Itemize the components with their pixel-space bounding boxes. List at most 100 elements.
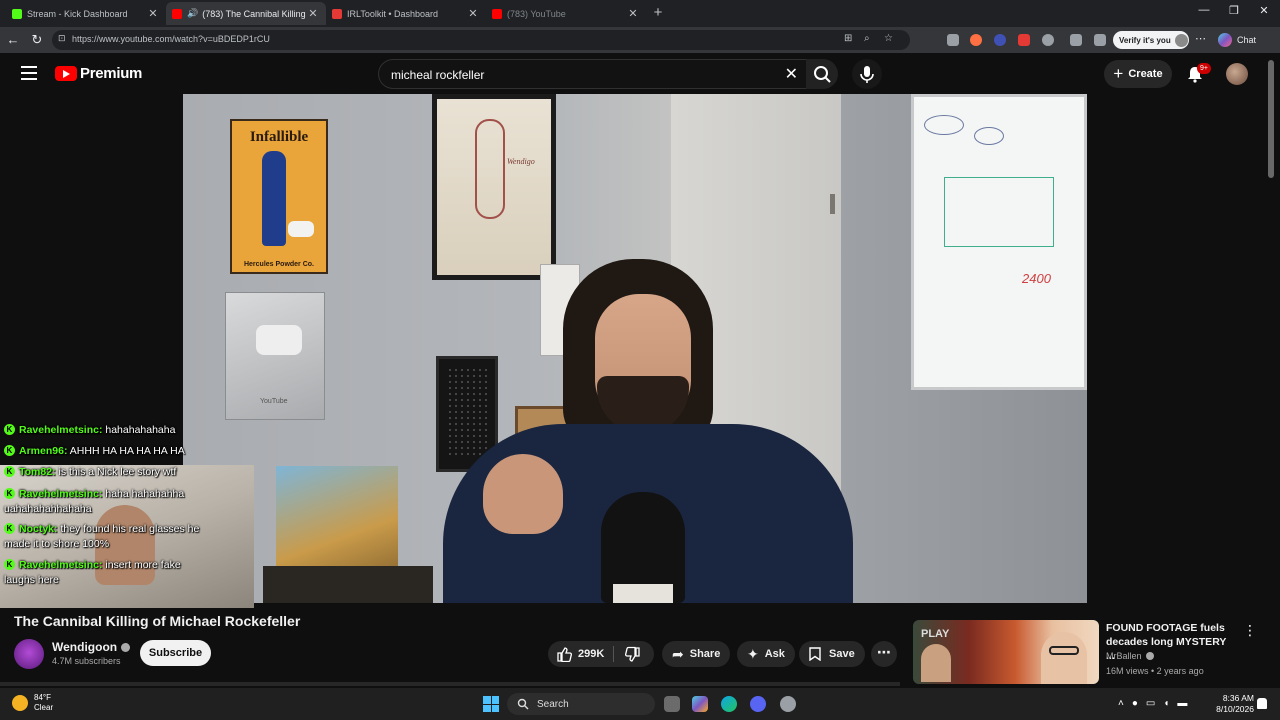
voice-search-button[interactable] xyxy=(852,59,882,89)
copilot-chat-button[interactable]: Chat xyxy=(1218,33,1256,47)
tab-label: (783) The Cannibal Killing of M xyxy=(202,8,306,19)
notification-center-icon[interactable] xyxy=(1257,698,1267,709)
extension-download-icon[interactable] xyxy=(1018,34,1030,46)
site-info-icon[interactable]: ⊡ xyxy=(58,33,66,44)
ask-button[interactable]: ✦ Ask xyxy=(737,641,795,667)
address-bar[interactable]: ⊡ https://www.youtube.com/watch?v=uBDEDP… xyxy=(52,30,910,50)
chat-username: Ravehelmetsinc: xyxy=(19,424,103,436)
create-button[interactable]: + Create xyxy=(1104,60,1172,88)
minimize-icon[interactable]: — xyxy=(1194,4,1214,16)
search-button[interactable] xyxy=(806,59,838,89)
app-install-icon[interactable]: ⊞ xyxy=(844,33,852,44)
subscribe-button[interactable]: Subscribe xyxy=(140,640,211,666)
clock-date: 8/10/2026 xyxy=(1216,704,1254,714)
zoom-icon[interactable]: ⌕ xyxy=(864,33,870,44)
copilot-app-icon[interactable] xyxy=(692,696,708,712)
account-avatar[interactable] xyxy=(1226,63,1248,85)
ask-label: Ask xyxy=(764,648,785,660)
chat-username: Tom82: xyxy=(19,466,56,478)
tray-microphone-icon[interactable]: ● xyxy=(1132,698,1138,709)
extension-shield-icon[interactable] xyxy=(947,34,959,46)
extensions-puzzle-icon[interactable] xyxy=(1070,34,1082,46)
chat-text: AHHH HA HA HA HA HA xyxy=(69,445,185,457)
dislike-button[interactable] xyxy=(624,645,644,663)
video-player[interactable]: Infallible Hercules Powder Co. YouTube W… xyxy=(183,94,1087,603)
clock-time: 8:36 AM xyxy=(1222,693,1254,703)
tray-volume-icon[interactable]: ◖ xyxy=(1163,698,1169,709)
tab-close-icon[interactable]: ✕ xyxy=(466,7,480,20)
kick-badge-icon xyxy=(4,486,15,501)
recommended-channel-name: MrBallen xyxy=(1106,651,1142,661)
save-button[interactable]: Save xyxy=(799,641,865,667)
tab-youtube-video[interactable]: 🔊 (783) The Cannibal Killing of M ✕ xyxy=(166,2,326,25)
new-tab-plus-icon[interactable]: + xyxy=(650,4,666,22)
share-button[interactable]: ➦ Share xyxy=(662,641,731,667)
page-scrollbar[interactable] xyxy=(1268,60,1274,178)
tab-irltoolkit[interactable]: IRLToolkit • Dashboard ✕ xyxy=(326,2,486,25)
search-input[interactable]: micheal rockfeller ✕ xyxy=(378,59,806,89)
video-title: The Cannibal Killing of Michael Rockefel… xyxy=(14,613,301,629)
youtube-play-button-plaque: YouTube xyxy=(225,292,325,420)
irltoolkit-favicon-icon xyxy=(332,8,342,19)
taskbar-clock[interactable]: 8:36 AM 8/10/2026 xyxy=(1212,693,1254,715)
tab-close-icon[interactable]: ✕ xyxy=(306,7,320,20)
weather-widget[interactable]: 84°F Clear xyxy=(12,693,53,713)
tab-close-icon[interactable]: ✕ xyxy=(146,7,160,20)
create-label: Create xyxy=(1128,68,1163,80)
discord-icon[interactable] xyxy=(750,696,766,712)
chat-message: Ravehelmetsinc: hahahahahaha xyxy=(4,422,176,438)
restore-icon[interactable]: ❐ xyxy=(1224,4,1244,17)
youtube-premium-logo[interactable]: Premium xyxy=(55,65,142,82)
kick-favicon-icon xyxy=(12,8,22,19)
tab-close-icon[interactable]: ✕ xyxy=(626,7,640,20)
reload-icon[interactable]: ↻ xyxy=(29,32,45,48)
browser-menu-icon[interactable]: ⋯ xyxy=(1195,32,1206,45)
recommended-video-menu-icon[interactable]: ⋮ xyxy=(1243,622,1257,639)
tray-network-icon[interactable]: ▭ xyxy=(1146,698,1155,709)
verify-identity-button[interactable]: Verify it's you xyxy=(1113,31,1189,49)
back-arrow-icon[interactable]: ← xyxy=(5,32,21,48)
extension-circle-icon[interactable] xyxy=(994,34,1006,46)
windows-taskbar: 84°F Clear Search ˄ ● ▭ ◖ ▬ 8:36 AM 8/10… xyxy=(0,688,1280,720)
extension-refresh-icon[interactable] xyxy=(1042,34,1054,46)
extension-fire-icon[interactable] xyxy=(970,34,982,46)
profile-avatar-icon xyxy=(1174,33,1188,47)
recommended-channel[interactable]: MrBallen xyxy=(1106,651,1154,661)
search-icon xyxy=(814,66,831,83)
tray-battery-icon[interactable]: ▬ xyxy=(1177,698,1187,709)
windows-start-icon[interactable] xyxy=(483,696,499,712)
subscriber-count: 4.7M subscribers xyxy=(52,656,121,666)
channel-name-link[interactable]: Wendigoon xyxy=(52,640,131,654)
infallible-poster: Infallible Hercules Powder Co. xyxy=(230,119,328,274)
edge-browser-icon[interactable] xyxy=(721,696,737,712)
tab-kick-dashboard[interactable]: Stream - Kick Dashboard ✕ xyxy=(6,2,166,25)
description-box-edge xyxy=(0,682,900,686)
whiteboard-drawing xyxy=(924,115,964,135)
bookmark-star-icon[interactable]: ☆ xyxy=(884,33,893,44)
speaker-icon[interactable]: 🔊 xyxy=(187,8,198,19)
chat-username: Noctyk: xyxy=(19,523,58,535)
thumbnail-text: PLAY xyxy=(921,628,950,640)
more-actions-button[interactable]: ⋯ xyxy=(871,641,897,667)
tray-overflow-chevron-icon[interactable]: ˄ xyxy=(1118,698,1124,709)
recommended-video-thumbnail[interactable]: PLAY xyxy=(913,620,1099,684)
browser-toolbar: ← ↻ ⊡ https://www.youtube.com/watch?v=uB… xyxy=(0,27,1280,53)
like-divider xyxy=(613,646,614,662)
tab-youtube-home[interactable]: (783) YouTube ✕ xyxy=(486,2,646,25)
clear-search-icon[interactable]: ✕ xyxy=(785,64,798,84)
app-icon[interactable] xyxy=(780,696,796,712)
browser-tab-strip: Stream - Kick Dashboard ✕ 🔊 (783) The Ca… xyxy=(0,0,1280,27)
favorites-icon[interactable] xyxy=(1094,34,1106,46)
taskbar-search[interactable]: Search xyxy=(507,693,655,715)
whiteboard-drawing xyxy=(974,127,1004,145)
whiteboard: 2400 xyxy=(911,94,1087,390)
file-explorer-icon[interactable] xyxy=(664,696,680,712)
tab-label: Stream - Kick Dashboard xyxy=(27,8,128,19)
like-button[interactable]: 299K xyxy=(556,646,604,662)
channel-avatar[interactable] xyxy=(14,639,44,669)
chat-text: hahahahahaha xyxy=(105,424,176,436)
window-close-icon[interactable]: ✕ xyxy=(1254,4,1274,17)
tab-label: IRLToolkit • Dashboard xyxy=(347,8,439,19)
chat-username: Ravehelmetsinc: xyxy=(19,488,103,500)
hamburger-menu-icon[interactable] xyxy=(21,66,37,80)
